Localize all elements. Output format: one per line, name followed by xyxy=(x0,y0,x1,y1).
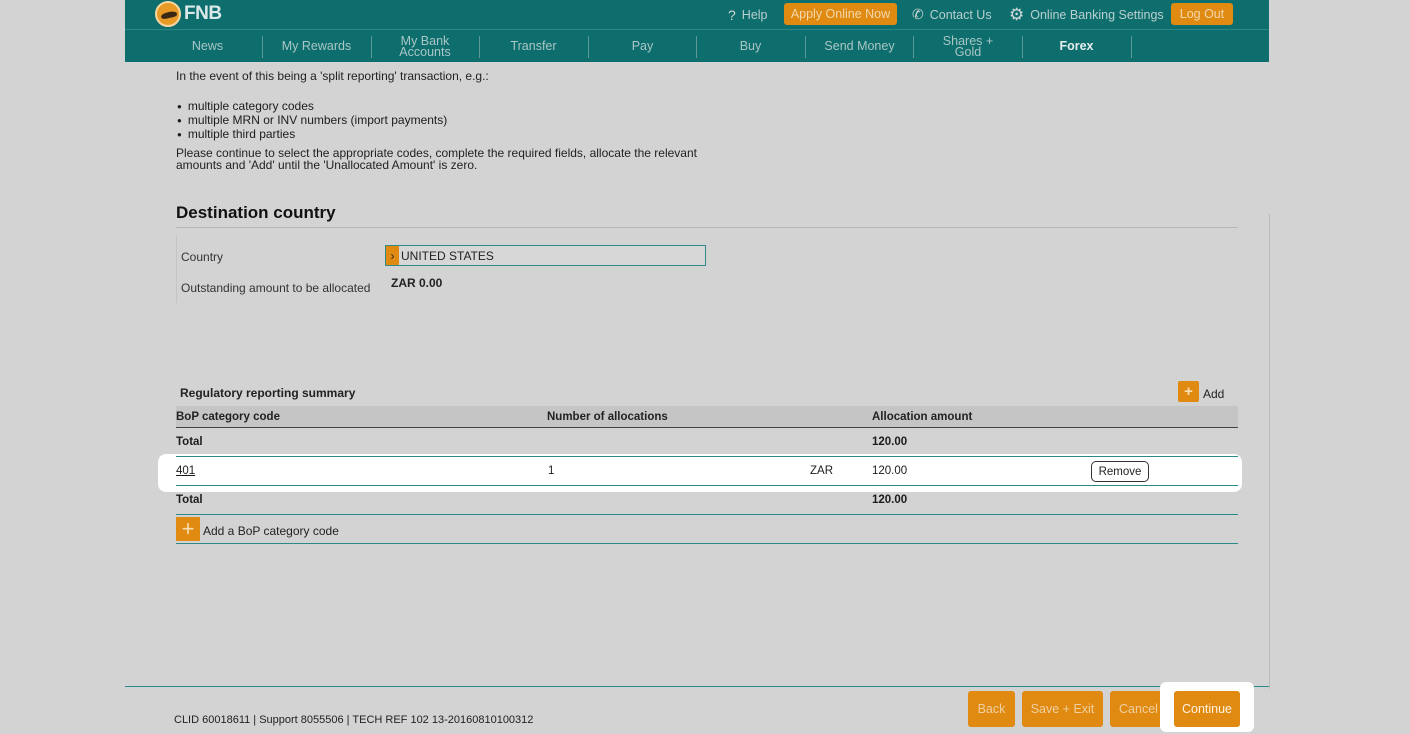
col-number-of-allocations: Number of allocations xyxy=(547,411,668,423)
online-banking-settings-link[interactable]: ⚙ Online Banking Settings xyxy=(1009,0,1164,29)
add-category-icon[interactable]: + xyxy=(176,516,200,541)
chevron-right-icon: › xyxy=(386,246,399,265)
contact-us-link[interactable]: ✆ Contact Us xyxy=(912,0,992,29)
nav-separator xyxy=(371,36,372,58)
content-border xyxy=(1269,214,1270,689)
nav-transfer[interactable]: Transfer xyxy=(479,30,588,63)
row-border xyxy=(176,514,1238,515)
back-button[interactable]: Back xyxy=(968,691,1015,727)
phone-icon: ✆ xyxy=(912,6,924,22)
fnb-logo[interactable]: FNB xyxy=(155,1,222,27)
section-left-border xyxy=(176,235,177,303)
continue-button[interactable]: Continue xyxy=(1174,691,1240,727)
row-border xyxy=(176,543,1238,544)
top-header: FNB ? Help Apply Online Now ✆ Contact Us… xyxy=(125,0,1269,29)
add-link[interactable]: Add xyxy=(1203,387,1224,401)
instruction-line-2: amounts and 'Add' until the 'Unallocated… xyxy=(176,158,478,172)
nav-pay[interactable]: Pay xyxy=(588,30,697,63)
cancel-label: Cancel xyxy=(1119,702,1158,716)
nav-news[interactable]: News xyxy=(153,30,262,63)
row-border-top xyxy=(176,456,1238,457)
main-nav: News My Rewards My Bank Accounts Transfe… xyxy=(125,29,1269,62)
continue-label: Continue xyxy=(1181,702,1233,716)
outstanding-amount-label: Outstanding amount to be allocated xyxy=(181,281,371,295)
help-icon: ? xyxy=(728,6,736,23)
remove-button[interactable]: Remove xyxy=(1091,461,1149,482)
summary-table-header: BoP category code Number of allocations … xyxy=(176,406,1238,428)
total-amount: 120.00 xyxy=(872,436,908,448)
nav-my-bank-accounts[interactable]: My Bank Accounts xyxy=(381,30,469,63)
nav-shares-gold[interactable]: Shares + Gold xyxy=(933,30,1003,63)
section-divider xyxy=(176,227,1238,228)
bullet-item: multiple category codes xyxy=(177,100,447,114)
nav-forex[interactable]: Forex xyxy=(1022,30,1131,63)
row-border-bottom xyxy=(176,485,1238,486)
bullet-item: multiple third parties xyxy=(177,128,447,142)
save-exit-label: Save + Exit xyxy=(1030,702,1095,716)
total-label: Total xyxy=(176,436,203,448)
logout-label: Log Out xyxy=(1179,7,1225,21)
apply-online-button[interactable]: Apply Online Now xyxy=(784,3,897,25)
highlighted-row-backdrop xyxy=(158,454,1242,492)
country-label: Country xyxy=(181,250,224,264)
logout-button[interactable]: Log Out xyxy=(1171,3,1233,25)
country-value: UNITED STATES xyxy=(401,248,494,263)
settings-label: Online Banking Settings xyxy=(1030,7,1164,22)
save-exit-button[interactable]: Save + Exit xyxy=(1022,691,1103,727)
gear-icon: ⚙ xyxy=(1009,4,1025,24)
footer-tech-info: CLID 60018611 | Support 8055506 | TECH R… xyxy=(174,714,534,726)
help-link[interactable]: ? Help xyxy=(728,0,768,29)
nav-send-money[interactable]: Send Money xyxy=(805,30,914,63)
outstanding-amount-value: ZAR 0.00 xyxy=(391,276,443,290)
total-amount: 120.00 xyxy=(872,494,908,506)
allocation-amount: 120.00 xyxy=(872,465,908,477)
help-label: Help xyxy=(741,7,768,22)
destination-country-title: Destination country xyxy=(176,203,336,222)
nav-my-rewards[interactable]: My Rewards xyxy=(262,30,371,63)
col-bop-category-code: BoP category code xyxy=(176,411,280,423)
add-icon[interactable]: + xyxy=(1178,381,1199,402)
back-label: Back xyxy=(977,702,1006,716)
bullet-item: multiple MRN or INV numbers (import paym… xyxy=(177,114,447,128)
regulatory-summary-title: Regulatory reporting summary xyxy=(180,386,356,400)
col-allocation-amount: Allocation amount xyxy=(872,411,973,423)
split-reporting-intro: In the event of this being a 'split repo… xyxy=(176,69,489,83)
cancel-button[interactable]: Cancel xyxy=(1110,691,1167,727)
allocation-currency: ZAR xyxy=(810,465,833,477)
remove-label: Remove xyxy=(1098,465,1142,478)
nav-buy[interactable]: Buy xyxy=(696,30,805,63)
logo-text: FNB xyxy=(184,3,222,24)
nav-separator xyxy=(913,36,914,58)
contact-label: Contact Us xyxy=(929,7,992,22)
allocation-count: 1 xyxy=(548,465,555,477)
total-label: Total xyxy=(176,494,203,506)
apply-online-label: Apply Online Now xyxy=(790,7,891,21)
add-bop-category-link[interactable]: Add a BoP category code xyxy=(203,524,339,538)
fnb-tree-icon xyxy=(155,1,181,27)
split-reporting-bullets: multiple category codes multiple MRN or … xyxy=(177,100,447,142)
footer-divider xyxy=(125,686,1269,687)
bop-code-link[interactable]: 401 xyxy=(176,465,195,477)
country-field[interactable]: › UNITED STATES xyxy=(385,245,706,266)
nav-separator xyxy=(1131,36,1132,58)
